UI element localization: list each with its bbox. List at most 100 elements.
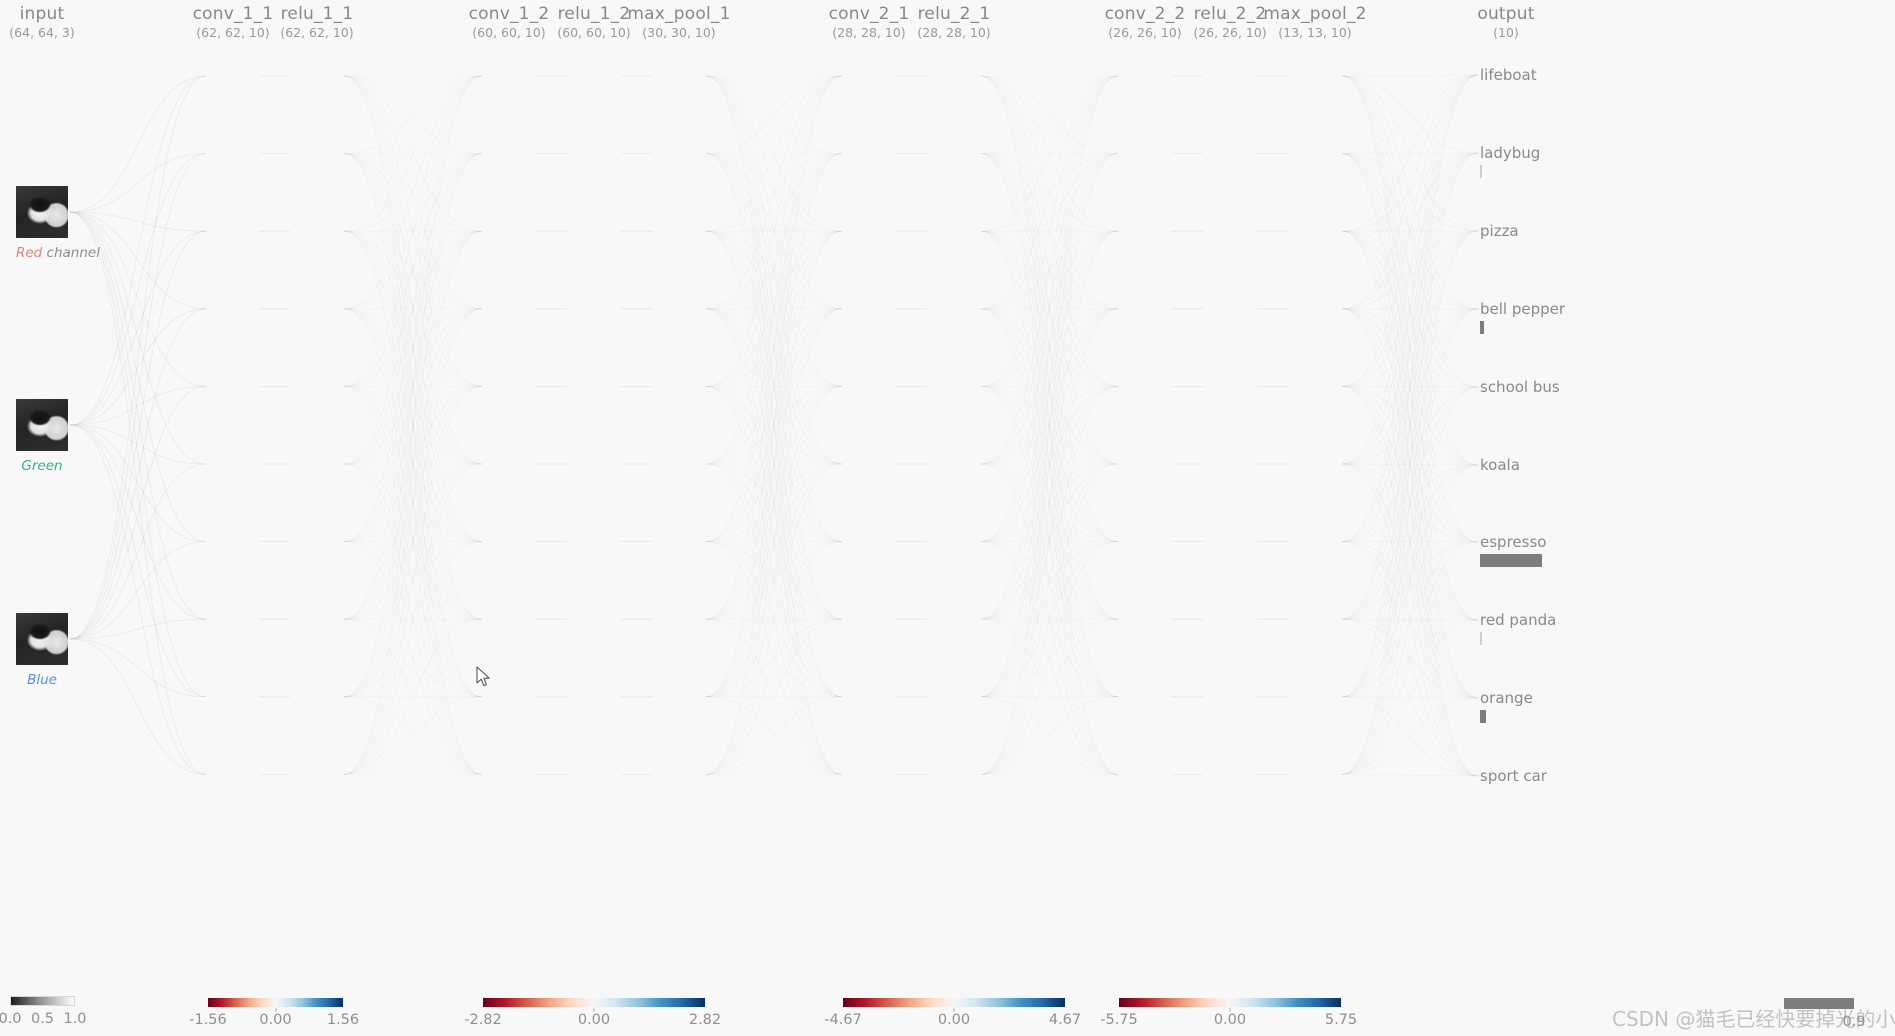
activation-tile-max_pool_1-9[interactable] — [653, 748, 705, 800]
activation-tile-conv_2_1-0[interactable] — [843, 50, 895, 102]
activation-tile-relu_2_2-5[interactable] — [1204, 438, 1256, 490]
activation-tile-conv_1_2-4[interactable] — [483, 360, 535, 412]
activation-tile-conv_1_2-8[interactable] — [483, 671, 535, 723]
output-class-school-bus[interactable]: school bus — [1480, 378, 1560, 412]
activation-tile-conv_1_2-1[interactable] — [483, 128, 535, 180]
activation-tile-relu_1_2-3[interactable] — [568, 283, 620, 335]
output-class-pizza[interactable]: pizza — [1480, 222, 1519, 256]
activation-tile-conv_2_2-8[interactable] — [1119, 671, 1171, 723]
output-class-sport-car[interactable]: sport car — [1480, 767, 1547, 801]
activation-tile-max_pool_2-7[interactable] — [1289, 593, 1341, 645]
activation-tile-relu_2_2-8[interactable] — [1204, 671, 1256, 723]
activation-tile-conv_2_1-9[interactable] — [843, 748, 895, 800]
activation-tile-relu_2_2-9[interactable] — [1204, 748, 1256, 800]
activation-tile-max_pool_1-8[interactable] — [653, 671, 705, 723]
activation-tile-relu_1_1-9[interactable] — [291, 748, 343, 800]
activation-tile-conv_2_2-2[interactable] — [1119, 205, 1171, 257]
activation-tile-conv_1_1-4[interactable] — [207, 360, 259, 412]
activation-tile-relu_1_1-5[interactable] — [291, 438, 343, 490]
activation-tile-conv_1_1-3[interactable] — [207, 283, 259, 335]
activation-tile-conv_2_2-4[interactable] — [1119, 360, 1171, 412]
activation-tile-relu_1_2-5[interactable] — [568, 438, 620, 490]
activation-tile-relu_2_1-4[interactable] — [928, 360, 980, 412]
activation-tile-max_pool_2-4[interactable] — [1289, 360, 1341, 412]
activation-tile-conv_1_2-9[interactable] — [483, 748, 535, 800]
channel-thumbnail-image[interactable] — [16, 399, 68, 451]
activation-tile-conv_2_2-3[interactable] — [1119, 283, 1171, 335]
input-channel-red[interactable]: Red channel — [16, 186, 100, 261]
activation-tile-relu_2_2-4[interactable] — [1204, 360, 1256, 412]
activation-tile-relu_2_1-8[interactable] — [928, 671, 980, 723]
input-channel-blue[interactable]: Blue — [16, 613, 68, 688]
activation-tile-relu_1_2-7[interactable] — [568, 593, 620, 645]
activation-tile-max_pool_1-0[interactable] — [653, 50, 705, 102]
activation-tile-conv_2_1-1[interactable] — [843, 128, 895, 180]
activation-tile-max_pool_1-5[interactable] — [653, 438, 705, 490]
activation-tile-conv_2_2-7[interactable] — [1119, 593, 1171, 645]
activation-tile-max_pool_2-3[interactable] — [1289, 283, 1341, 335]
activation-tile-relu_2_1-1[interactable] — [928, 128, 980, 180]
activation-tile-relu_1_2-4[interactable] — [568, 360, 620, 412]
activation-tile-relu_2_1-5[interactable] — [928, 438, 980, 490]
activation-tile-max_pool_2-8[interactable] — [1289, 671, 1341, 723]
activation-tile-conv_1_2-7[interactable] — [483, 593, 535, 645]
activation-tile-max_pool_2-1[interactable] — [1289, 128, 1341, 180]
activation-tile-conv_1_2-5[interactable] — [483, 438, 535, 490]
input-channel-green[interactable]: Green — [16, 399, 68, 474]
activation-tile-conv_2_2-0[interactable] — [1119, 50, 1171, 102]
activation-tile-conv_1_1-7[interactable] — [207, 593, 259, 645]
activation-tile-relu_2_2-7[interactable] — [1204, 593, 1256, 645]
output-class-koala[interactable]: koala — [1480, 456, 1520, 490]
activation-tile-relu_2_1-9[interactable] — [928, 748, 980, 800]
activation-tile-relu_2_1-7[interactable] — [928, 593, 980, 645]
output-class-red-panda[interactable]: red panda — [1480, 611, 1556, 645]
activation-tile-conv_2_2-9[interactable] — [1119, 748, 1171, 800]
activation-tile-max_pool_2-6[interactable] — [1289, 516, 1341, 568]
activation-tile-max_pool_2-5[interactable] — [1289, 438, 1341, 490]
output-class-espresso[interactable]: espresso — [1480, 533, 1546, 567]
activation-tile-max_pool_2-2[interactable] — [1289, 205, 1341, 257]
activation-tile-conv_1_1-5[interactable] — [207, 438, 259, 490]
activation-tile-max_pool_1-4[interactable] — [653, 360, 705, 412]
activation-tile-conv_1_1-6[interactable] — [207, 516, 259, 568]
activation-tile-conv_2_1-5[interactable] — [843, 438, 895, 490]
activation-tile-max_pool_1-6[interactable] — [653, 516, 705, 568]
activation-tile-max_pool_2-9[interactable] — [1289, 748, 1341, 800]
output-class-bell-pepper[interactable]: bell pepper — [1480, 300, 1565, 334]
output-class-ladybug[interactable]: ladybug — [1480, 144, 1540, 178]
activation-tile-conv_2_2-6[interactable] — [1119, 516, 1171, 568]
channel-thumbnail-image[interactable] — [16, 186, 68, 238]
activation-tile-relu_2_1-0[interactable] — [928, 50, 980, 102]
activation-tile-relu_1_2-1[interactable] — [568, 128, 620, 180]
activation-tile-conv_2_1-7[interactable] — [843, 593, 895, 645]
activation-tile-relu_1_1-6[interactable] — [291, 516, 343, 568]
activation-tile-relu_1_1-2[interactable] — [291, 205, 343, 257]
activation-tile-conv_1_2-0[interactable] — [483, 50, 535, 102]
activation-tile-conv_2_1-8[interactable] — [843, 671, 895, 723]
activation-tile-conv_2_2-5[interactable] — [1119, 438, 1171, 490]
activation-tile-max_pool_1-1[interactable] — [653, 128, 705, 180]
activation-tile-relu_1_2-8[interactable] — [568, 671, 620, 723]
activation-tile-relu_1_1-3[interactable] — [291, 283, 343, 335]
activation-tile-relu_1_1-7[interactable] — [291, 593, 343, 645]
activation-tile-relu_1_2-0[interactable] — [568, 50, 620, 102]
activation-tile-relu_2_2-6[interactable] — [1204, 516, 1256, 568]
activation-tile-conv_2_1-2[interactable] — [843, 205, 895, 257]
activation-tile-conv_1_2-2[interactable] — [483, 205, 535, 257]
activation-tile-conv_1_1-8[interactable] — [207, 671, 259, 723]
activation-tile-relu_1_1-1[interactable] — [291, 128, 343, 180]
activation-tile-conv_1_1-0[interactable] — [207, 50, 259, 102]
activation-tile-relu_2_2-0[interactable] — [1204, 50, 1256, 102]
activation-tile-conv_2_1-3[interactable] — [843, 283, 895, 335]
activation-tile-relu_1_2-6[interactable] — [568, 516, 620, 568]
activation-tile-relu_2_1-6[interactable] — [928, 516, 980, 568]
activation-tile-relu_1_1-8[interactable] — [291, 671, 343, 723]
activation-tile-max_pool_2-0[interactable] — [1289, 50, 1341, 102]
activation-tile-conv_2_2-1[interactable] — [1119, 128, 1171, 180]
activation-tile-max_pool_1-2[interactable] — [653, 205, 705, 257]
activation-tile-conv_2_1-4[interactable] — [843, 360, 895, 412]
output-class-lifeboat[interactable]: lifeboat — [1480, 66, 1537, 100]
activation-tile-conv_1_1-1[interactable] — [207, 128, 259, 180]
activation-tile-conv_1_2-3[interactable] — [483, 283, 535, 335]
output-class-orange[interactable]: orange — [1480, 689, 1533, 723]
